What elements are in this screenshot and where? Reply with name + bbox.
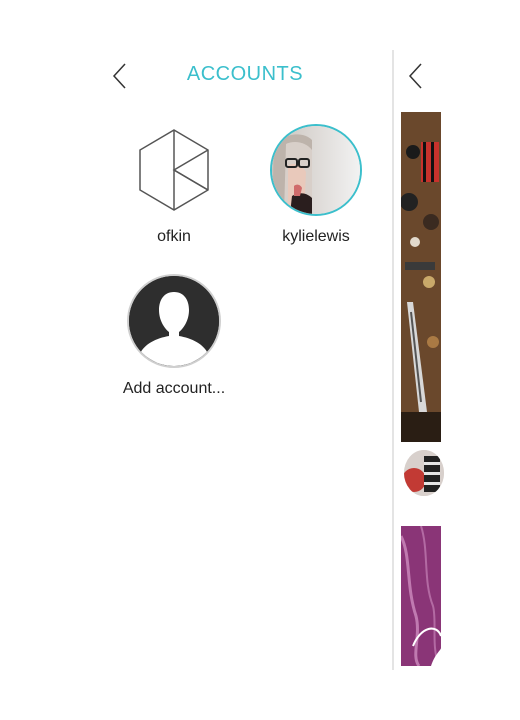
add-account-label: Add account... [122, 380, 226, 397]
avatar [270, 124, 362, 216]
account-kylielewis[interactable]: kylielewis [263, 124, 369, 246]
page-title: ACCOUNTS [186, 63, 304, 85]
panel-divider [392, 50, 394, 670]
feed-user-avatar[interactable] [404, 450, 444, 496]
feed-back-button[interactable] [404, 62, 428, 90]
chevron-left-icon [112, 63, 126, 89]
back-button[interactable] [108, 62, 132, 90]
feed-photo-fabric[interactable] [401, 526, 441, 666]
feed-photo-jewelry[interactable] [401, 112, 441, 442]
account-ofkin[interactable]: ofkin [122, 124, 226, 246]
ofkin-logo-icon [128, 124, 220, 216]
account-username: ofkin [157, 228, 191, 245]
add-account-button[interactable]: Add account... [110, 274, 238, 398]
chevron-left-icon [408, 63, 422, 89]
account-username: kylielewis [282, 228, 350, 245]
person-silhouette-icon [127, 274, 221, 368]
